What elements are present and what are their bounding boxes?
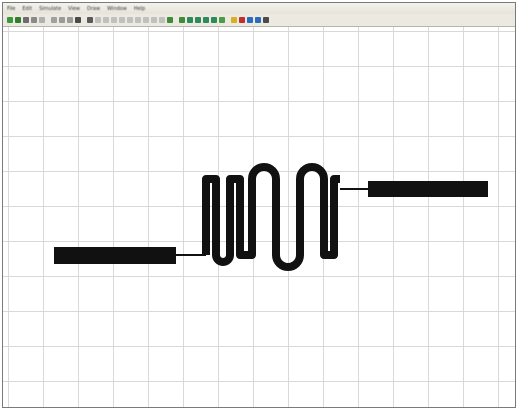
undo-icon[interactable] xyxy=(59,17,65,23)
probe-icon[interactable] xyxy=(75,17,81,23)
cut-icon[interactable] xyxy=(31,17,37,23)
menu-bar: File Edit Simulate View Draw Window Help xyxy=(3,3,515,14)
menu-view[interactable]: View xyxy=(68,6,80,12)
poly-icon[interactable] xyxy=(127,17,133,23)
arc-icon[interactable] xyxy=(111,17,117,23)
tune-icon[interactable] xyxy=(239,17,245,23)
print-icon[interactable] xyxy=(23,17,29,23)
line-icon[interactable] xyxy=(103,17,109,23)
menu-draw[interactable]: Draw xyxy=(87,6,100,12)
menu-window[interactable]: Window xyxy=(107,6,127,12)
save-icon[interactable] xyxy=(15,17,21,23)
toolbar xyxy=(3,14,515,27)
ground-icon[interactable] xyxy=(151,17,157,23)
properties-icon[interactable] xyxy=(263,17,269,23)
menu-help[interactable]: Help xyxy=(134,6,145,12)
component-icon[interactable] xyxy=(87,17,93,23)
left-port-pad[interactable] xyxy=(54,247,176,264)
copy-icon[interactable] xyxy=(39,17,45,23)
zoom-out-icon[interactable] xyxy=(195,17,201,23)
layer-icon[interactable] xyxy=(167,17,173,23)
open-icon[interactable] xyxy=(7,17,13,23)
zoom-in-icon[interactable] xyxy=(187,17,193,23)
wire-icon[interactable] xyxy=(95,17,101,23)
right-port-pad[interactable] xyxy=(368,181,488,197)
optimize-icon[interactable] xyxy=(247,17,253,23)
menu-simulate[interactable]: Simulate xyxy=(39,6,61,12)
app-window: File Edit Simulate View Draw Window Help xyxy=(2,2,516,408)
meander-line-layout xyxy=(54,163,488,271)
text-icon[interactable] xyxy=(135,17,141,23)
pan-icon[interactable] xyxy=(211,17,217,23)
via-icon[interactable] xyxy=(159,17,165,23)
layout-canvas[interactable] xyxy=(3,27,515,407)
rect-icon[interactable] xyxy=(119,17,125,23)
paste-icon[interactable] xyxy=(51,17,57,23)
menu-edit[interactable]: Edit xyxy=(22,6,32,12)
port-icon[interactable] xyxy=(143,17,149,23)
zoom-fit-icon[interactable] xyxy=(203,17,209,23)
redo-icon[interactable] xyxy=(67,17,73,23)
redraw-icon[interactable] xyxy=(219,17,225,23)
simulate-icon[interactable] xyxy=(231,17,237,23)
grid-icon[interactable] xyxy=(255,17,261,23)
route-icon[interactable] xyxy=(179,17,185,23)
meander-trace[interactable] xyxy=(202,163,340,271)
menu-file[interactable]: File xyxy=(7,6,15,12)
